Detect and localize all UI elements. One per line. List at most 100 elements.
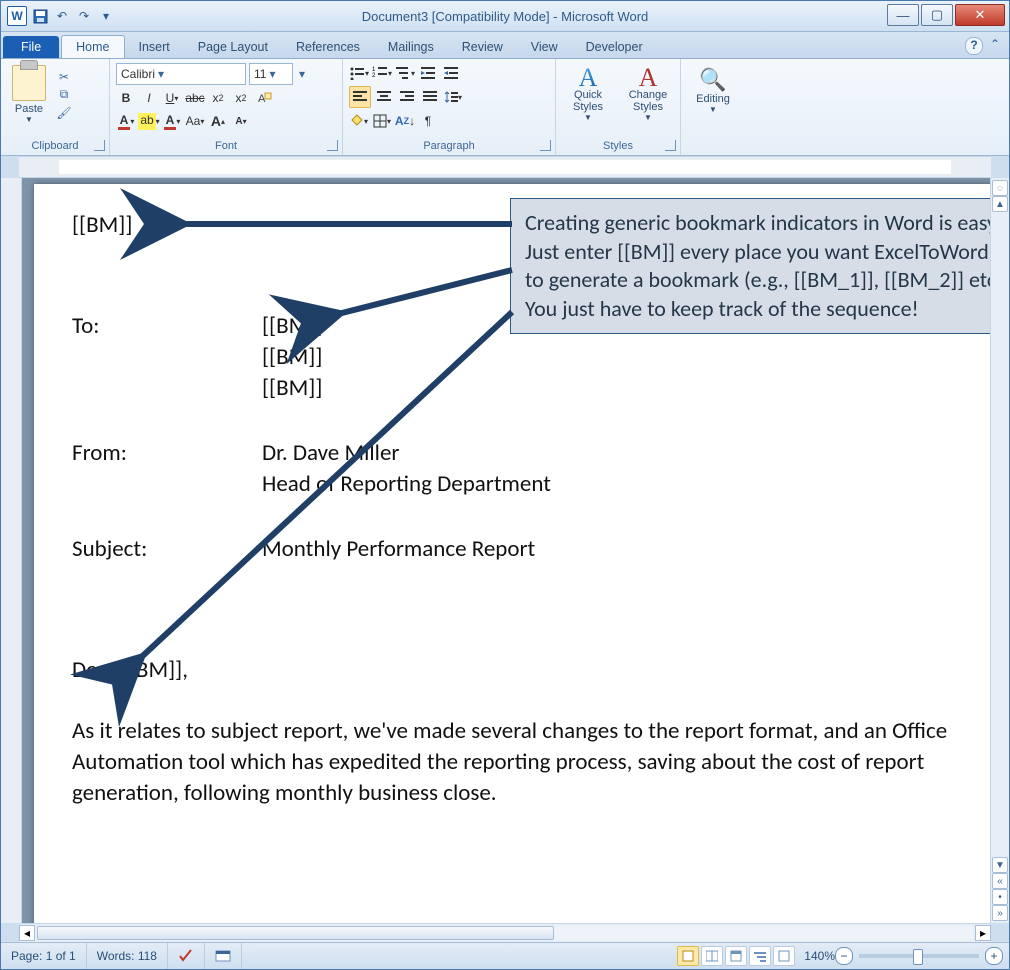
hscroll-thumb[interactable] xyxy=(37,926,554,940)
clear-formatting-button[interactable]: A xyxy=(254,88,274,108)
sort-button[interactable]: AZ↓ xyxy=(395,111,415,131)
font-color-button[interactable]: A▾ xyxy=(116,111,136,131)
zoom-level[interactable]: 140% xyxy=(804,949,835,963)
document-page[interactable]: [[BM]] To: [[BM]] [[BM]] [[BM]] From: Dr… xyxy=(34,184,990,923)
line-spacing-button[interactable]: ▾ xyxy=(443,87,463,107)
window-title: Document3 [Compatibility Mode] - Microso… xyxy=(1,9,1009,24)
zoom-in-button[interactable]: + xyxy=(985,947,1003,965)
font-name-value: Calibri xyxy=(121,67,155,81)
multilevel-list-button[interactable]: ▾ xyxy=(395,63,415,83)
change-case-button[interactable]: Aa▾ xyxy=(185,111,205,131)
scroll-right-icon[interactable]: ▸ xyxy=(975,925,991,941)
quick-styles-button[interactable]: A Quick Styles ▼ xyxy=(562,67,614,122)
svg-text:2: 2 xyxy=(372,73,376,79)
object-browser-icon[interactable]: ◌ xyxy=(992,180,1008,196)
shrink-font-button[interactable]: A▾ xyxy=(231,111,251,131)
highlight-button[interactable]: ab▾ xyxy=(139,111,159,131)
align-center-button[interactable] xyxy=(374,87,394,107)
zoom-slider-knob[interactable] xyxy=(913,949,923,965)
help-icon[interactable]: ? xyxy=(965,37,983,55)
clipboard-dialog-launcher-icon[interactable] xyxy=(94,140,105,151)
bullets-button[interactable]: ▾ xyxy=(349,63,369,83)
status-page[interactable]: Page: 1 of 1 xyxy=(1,943,87,969)
borders-button[interactable]: ▾ xyxy=(372,111,392,131)
editing-button[interactable]: 🔍 Editing ▼ xyxy=(687,63,739,114)
font-color2-button[interactable]: A▾ xyxy=(162,111,182,131)
select-browse-icon[interactable]: • xyxy=(992,889,1008,905)
tab-file[interactable]: File xyxy=(3,36,59,58)
tab-review[interactable]: Review xyxy=(448,36,517,58)
qat-dropdown-icon[interactable]: ▾ xyxy=(97,7,115,25)
from-line-1: Dr. Dave Miller xyxy=(262,438,551,469)
justify-button[interactable] xyxy=(420,87,440,107)
status-bar: Page: 1 of 1 Words: 118 140% − + xyxy=(1,942,1009,969)
print-layout-view-button[interactable] xyxy=(677,946,699,966)
word-app-icon[interactable]: W xyxy=(7,6,27,26)
ribbon: Paste ▼ ✂ ⧉ 🖌 Clipboard Calibri▾ 11▾ ▾ xyxy=(1,59,1009,156)
format-painter-icon[interactable]: 🖌 xyxy=(55,105,73,121)
copy-icon[interactable]: ⧉ xyxy=(55,87,73,103)
horizontal-scrollbar[interactable]: ◂ ▸ xyxy=(19,923,991,942)
vertical-ruler[interactable] xyxy=(1,178,22,923)
scroll-up-icon[interactable]: ▲ xyxy=(992,196,1008,212)
draft-view-button[interactable] xyxy=(773,946,795,966)
scroll-left-icon[interactable]: ◂ xyxy=(19,925,35,941)
increase-indent-button[interactable] xyxy=(441,63,461,83)
full-screen-view-button[interactable] xyxy=(701,946,723,966)
strikethrough-button[interactable]: abc xyxy=(185,88,205,108)
tab-home[interactable]: Home xyxy=(61,35,124,58)
numbering-button[interactable]: 12▾ xyxy=(372,63,392,83)
decrease-indent-button[interactable] xyxy=(418,63,438,83)
underline-button[interactable]: U▾ xyxy=(162,88,182,108)
zoom-out-button[interactable]: − xyxy=(835,947,853,965)
tab-page-layout[interactable]: Page Layout xyxy=(184,36,282,58)
horizontal-ruler[interactable] xyxy=(19,156,991,178)
ribbon-minimize-icon[interactable]: ⌃ xyxy=(987,37,1003,53)
align-right-button[interactable] xyxy=(397,87,417,107)
save-icon[interactable] xyxy=(31,7,49,25)
font-dialog-launcher-icon[interactable] xyxy=(327,140,338,151)
next-page-icon[interactable]: » xyxy=(992,905,1008,921)
bold-button[interactable]: B xyxy=(116,88,136,108)
show-marks-button[interactable]: ¶ xyxy=(418,111,438,131)
outline-view-button[interactable] xyxy=(749,946,771,966)
paste-label: Paste xyxy=(15,103,43,115)
redo-icon[interactable]: ↷ xyxy=(75,7,93,25)
status-proofing-icon[interactable] xyxy=(168,943,205,969)
status-words[interactable]: Words: 118 xyxy=(87,943,168,969)
minimize-button[interactable]: — xyxy=(887,4,919,26)
tab-insert[interactable]: Insert xyxy=(125,36,184,58)
from-line-2: Head of Reporting Department xyxy=(262,469,551,500)
font-size-combo[interactable]: 11▾ xyxy=(249,63,293,85)
status-macro-icon[interactable] xyxy=(205,943,242,969)
tab-view[interactable]: View xyxy=(517,36,572,58)
shading-button[interactable]: ▾ xyxy=(349,111,369,131)
group-editing: 🔍 Editing ▼ xyxy=(681,59,745,155)
align-left-button[interactable] xyxy=(349,86,371,108)
font-size-dropdown-icon[interactable]: ▾ xyxy=(296,67,308,81)
paste-button[interactable]: Paste ▼ xyxy=(7,65,51,124)
undo-icon[interactable]: ↶ xyxy=(53,7,71,25)
zoom-slider[interactable] xyxy=(859,954,979,958)
web-layout-view-button[interactable] xyxy=(725,946,747,966)
superscript-button[interactable]: x2 xyxy=(231,88,251,108)
page-container[interactable]: [[BM]] To: [[BM]] [[BM]] [[BM]] From: Dr… xyxy=(22,178,990,923)
vertical-scrollbar[interactable]: ◌ ▲ ▼ « • » xyxy=(990,178,1009,923)
cut-icon[interactable]: ✂ xyxy=(55,69,73,85)
font-name-combo[interactable]: Calibri▾ xyxy=(116,63,246,85)
tab-developer[interactable]: Developer xyxy=(572,36,657,58)
prev-page-icon[interactable]: « xyxy=(992,873,1008,889)
paragraph-dialog-launcher-icon[interactable] xyxy=(540,140,551,151)
to-line-2: [[BM]] xyxy=(262,342,322,373)
scroll-down-icon[interactable]: ▼ xyxy=(992,857,1008,873)
change-styles-button[interactable]: A Change Styles ▼ xyxy=(622,67,674,122)
close-button[interactable]: ✕ xyxy=(955,4,1005,26)
tab-references[interactable]: References xyxy=(282,36,374,58)
body-paragraph: As it relates to subject report, we've m… xyxy=(72,716,990,809)
grow-font-button[interactable]: A▴ xyxy=(208,111,228,131)
tab-mailings[interactable]: Mailings xyxy=(374,36,448,58)
italic-button[interactable]: I xyxy=(139,88,159,108)
subscript-button[interactable]: x2 xyxy=(208,88,228,108)
styles-dialog-launcher-icon[interactable] xyxy=(665,140,676,151)
maximize-button[interactable]: ▢ xyxy=(921,4,953,26)
